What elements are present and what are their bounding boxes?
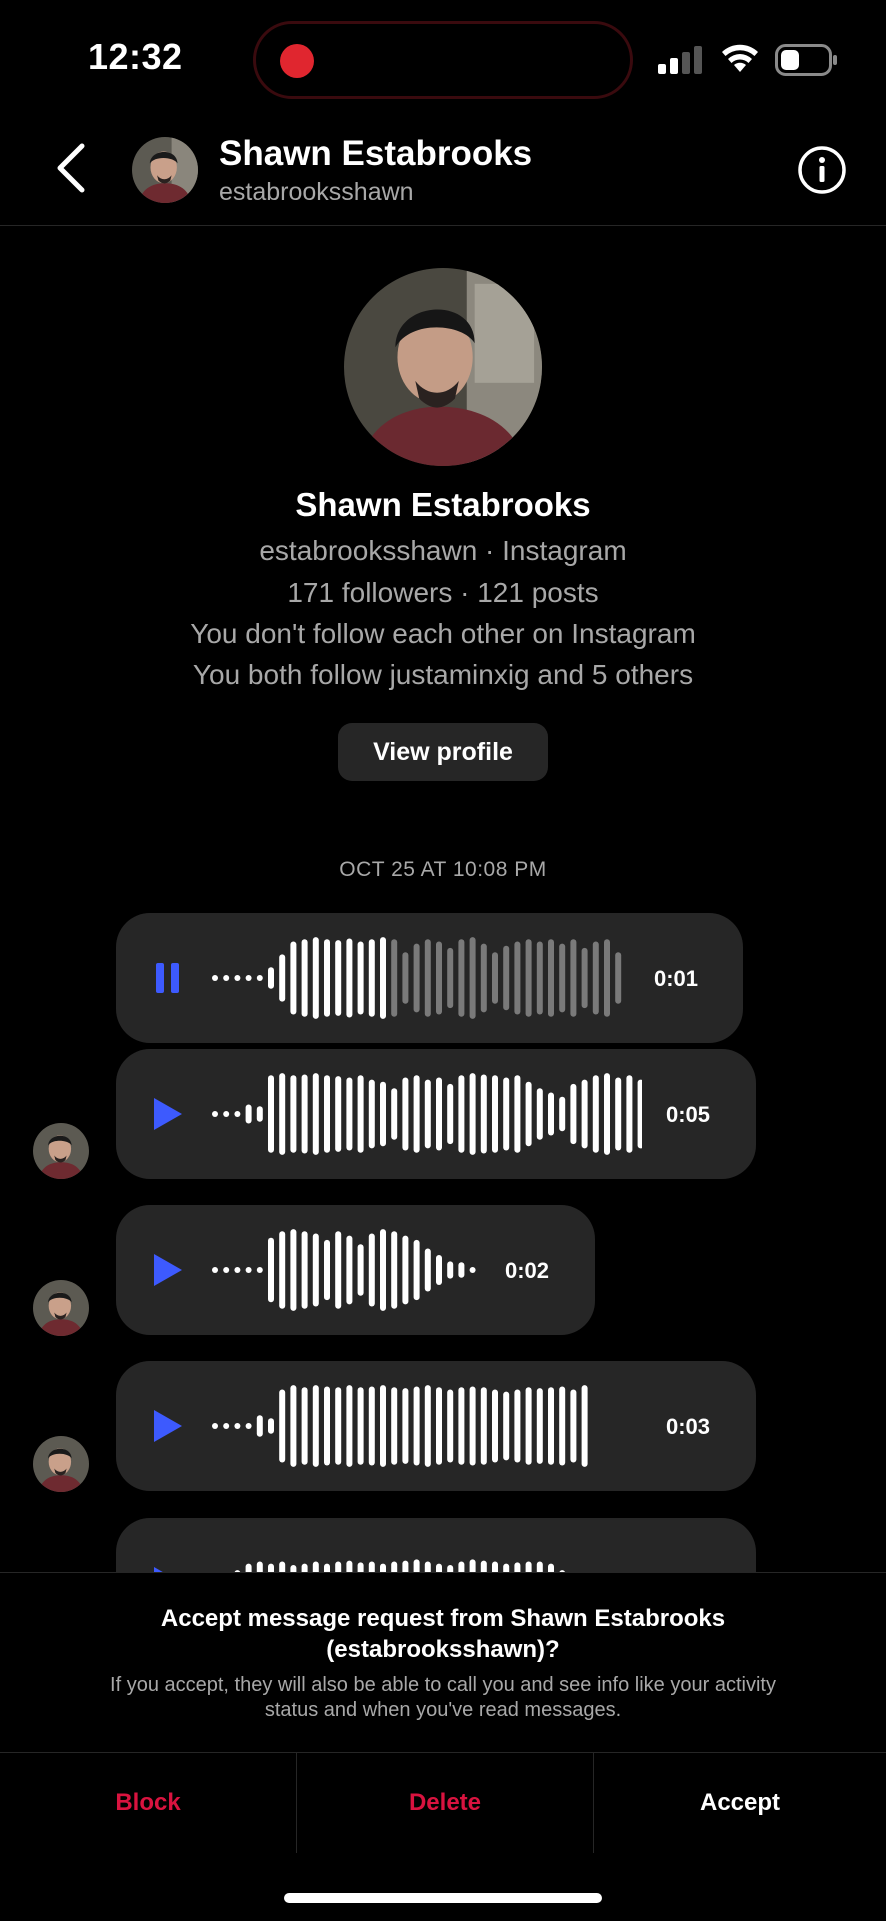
home-indicator[interactable] [284,1893,602,1903]
sender-avatar[interactable] [33,1436,89,1492]
profile-relationship: You don't follow each other on Instagram [190,618,696,649]
profile-mutuals: You both follow justaminxig and 5 others [192,659,694,690]
request-description-line: If you accept, they will also be able to… [110,1674,776,1696]
profile-stats: 171 followers · 121 posts [287,577,599,608]
voice-duration: 0:01 [654,966,699,991]
sender-avatar[interactable] [33,1123,89,1179]
request-description: If you accept, they will also be able to… [0,1673,886,1723]
play-icon[interactable] [150,1096,184,1132]
voice-duration: 0:02 [505,1258,550,1283]
voice-message[interactable]: 0:02 [116,1205,595,1335]
waveform-icon [212,1073,642,1155]
dynamic-island [253,21,633,99]
play-icon[interactable] [150,1408,184,1444]
play-icon[interactable] [150,1252,184,1288]
waveform-icon [212,937,622,1019]
block-button[interactable]: Block [0,1753,296,1853]
recording-indicator-icon [280,44,314,78]
header-divider [0,225,886,226]
pause-icon[interactable] [152,960,186,996]
wifi-icon [722,44,758,72]
delete-button[interactable]: Delete [297,1753,593,1853]
message-request-sheet: Accept message request from Shawn Estabr… [0,1572,886,1921]
voice-message[interactable]: 0:01 [116,913,743,1043]
request-title-line: (estabrooksshawn)? [326,1636,560,1663]
profile-avatar[interactable] [344,268,542,466]
message-timestamp: OCT 25 AT 10:08 PM [339,858,547,881]
cellular-signal-icon [658,46,702,74]
view-profile-button[interactable]: View profile [338,723,548,781]
status-time: 12:32 [88,36,183,77]
waveform-icon [212,1229,476,1311]
voice-duration: 0:03 [666,1414,711,1439]
profile-username-line: estabrooksshawn · Instagram [259,535,627,566]
voice-message[interactable]: 0:03 [116,1361,756,1491]
profile-name: Shawn Estabrooks [295,486,591,523]
info-icon[interactable] [797,145,847,195]
battery-icon [775,44,837,76]
header-name[interactable]: Shawn Estabrooks [219,134,532,174]
waveform-icon [212,1385,588,1467]
request-title-line: Accept message request from Shawn Estabr… [160,1605,726,1632]
request-description-line: status and when you've read messages. [264,1699,622,1721]
back-chevron-icon[interactable] [52,142,92,194]
sender-avatar[interactable] [33,1280,89,1336]
accept-button[interactable]: Accept [594,1753,886,1853]
voice-duration: 0:05 [666,1102,711,1127]
voice-message[interactable]: 0:05 [116,1049,756,1179]
header-avatar[interactable] [132,137,198,203]
request-title: Accept message request from Shawn Estabr… [0,1603,886,1665]
header-username[interactable]: estabrooksshawn [219,178,414,207]
